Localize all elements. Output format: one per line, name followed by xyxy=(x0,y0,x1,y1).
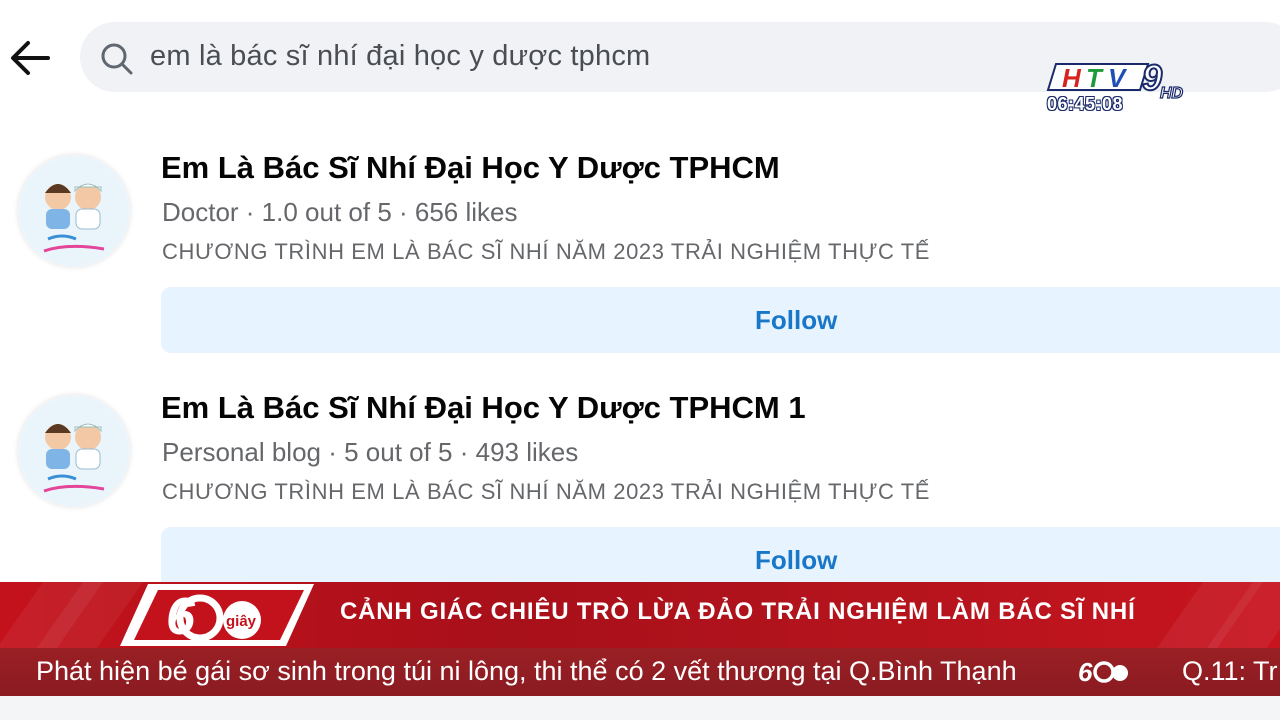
result-title[interactable]: Em Là Bác Sĩ Nhí Đại Học Y Dược TPHCM 1 xyxy=(161,390,806,426)
back-button[interactable] xyxy=(6,36,54,80)
bottom-strip xyxy=(0,696,1280,720)
search-icon xyxy=(101,43,133,75)
follow-button[interactable]: Follow xyxy=(161,287,1280,353)
arrow-left-icon xyxy=(11,41,50,75)
kids-doctor-logo-icon xyxy=(20,157,128,265)
kids-doctor-logo-icon xyxy=(20,397,128,505)
ticker-next-text: Q.11: Tr xyxy=(1182,656,1278,686)
svg-text:H: H xyxy=(1062,63,1082,93)
svg-text:6: 6 xyxy=(1078,657,1093,685)
result-description: CHƯƠNG TRÌNH EM LÀ BÁC SĨ NHÍ NĂM 2023 T… xyxy=(162,479,931,504)
svg-text:HD: HD xyxy=(1160,85,1184,102)
ticker-text: Phát hiện bé gái sơ sinh trong túi ni lô… xyxy=(36,656,1017,686)
broadcast-clock: 06:45:08 xyxy=(1047,94,1124,114)
follow-label: Follow xyxy=(755,305,838,335)
page-avatar[interactable] xyxy=(18,155,130,267)
follow-label: Follow xyxy=(755,545,838,575)
result-description: CHƯƠNG TRÌNH EM LÀ BÁC SĨ NHÍ NĂM 2023 T… xyxy=(162,239,931,264)
page-avatar[interactable] xyxy=(18,395,130,507)
svg-text:T: T xyxy=(1086,63,1104,93)
svg-text:giây: giây xyxy=(226,613,257,630)
search-query: em là bác sĩ nhí đại học y dược tphcm xyxy=(150,40,651,72)
news-headline: CẢNH GIÁC CHIÊU TRÒ LỪA ĐẢO TRẢI NGHIỆM … xyxy=(340,598,1136,625)
result-meta: Doctor · 1.0 out of 5 · 656 likes xyxy=(162,197,518,227)
svg-text:V: V xyxy=(1108,63,1128,93)
result-title[interactable]: Em Là Bác Sĩ Nhí Đại Học Y Dược TPHCM xyxy=(161,150,780,186)
60-giay-program-logo: 6 giây xyxy=(120,584,314,646)
result-meta: Personal blog · 5 out of 5 · 493 likes xyxy=(162,437,579,467)
60-giay-small-logo: 6 xyxy=(1078,657,1128,685)
